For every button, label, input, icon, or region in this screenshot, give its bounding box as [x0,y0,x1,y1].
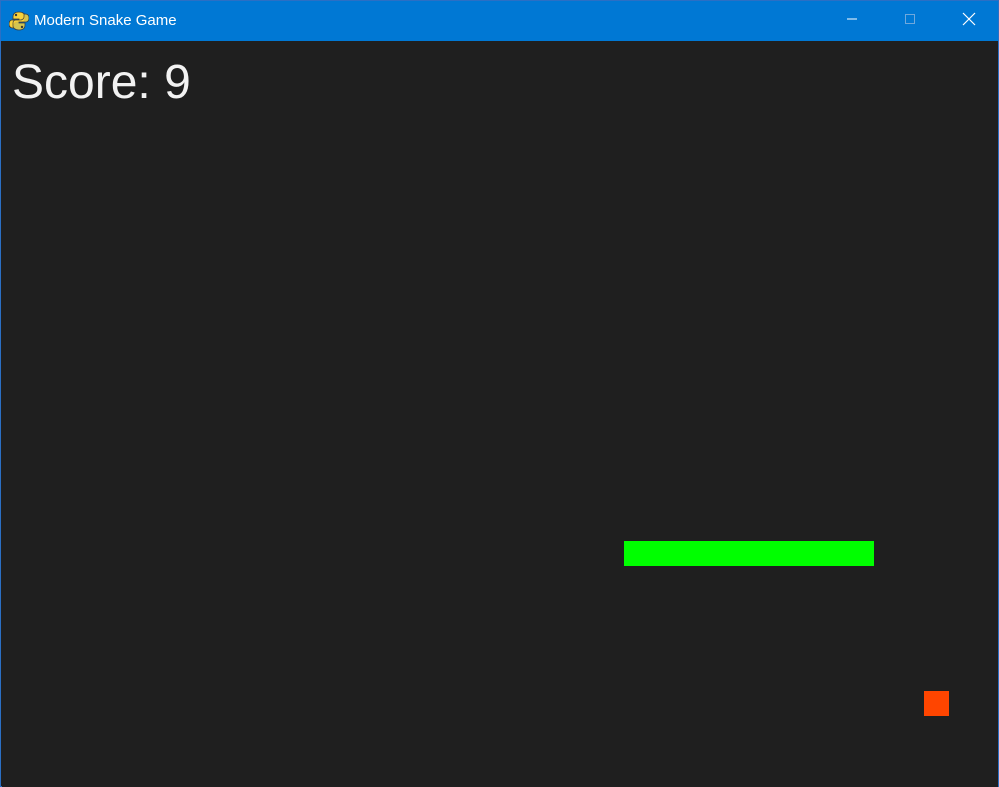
score-label: Score: 9 [12,56,191,109]
snake-segment [749,541,774,566]
snake-segment [649,541,674,566]
snake-segment [674,541,699,566]
maximize-icon [904,12,916,30]
maximize-button[interactable] [881,1,939,41]
window-title: Modern Snake Game [34,12,177,29]
game-canvas[interactable]: Score: 9 [2,42,998,787]
pygame-snake-icon [8,11,30,31]
snake-segment [799,541,824,566]
minimize-icon [846,12,858,30]
food-item [924,691,949,716]
snake-segment [724,541,749,566]
snake-segment [699,541,724,566]
snake-segment [824,541,849,566]
snake-segment [774,541,799,566]
close-icon [962,12,976,31]
close-button[interactable] [940,1,998,41]
snake-segment [624,541,649,566]
title-bar[interactable]: Modern Snake Game [1,1,998,41]
minimize-button[interactable] [823,1,881,41]
snake-segment [849,541,874,566]
game-window: Modern Snake Game Score: 9 [0,0,999,787]
